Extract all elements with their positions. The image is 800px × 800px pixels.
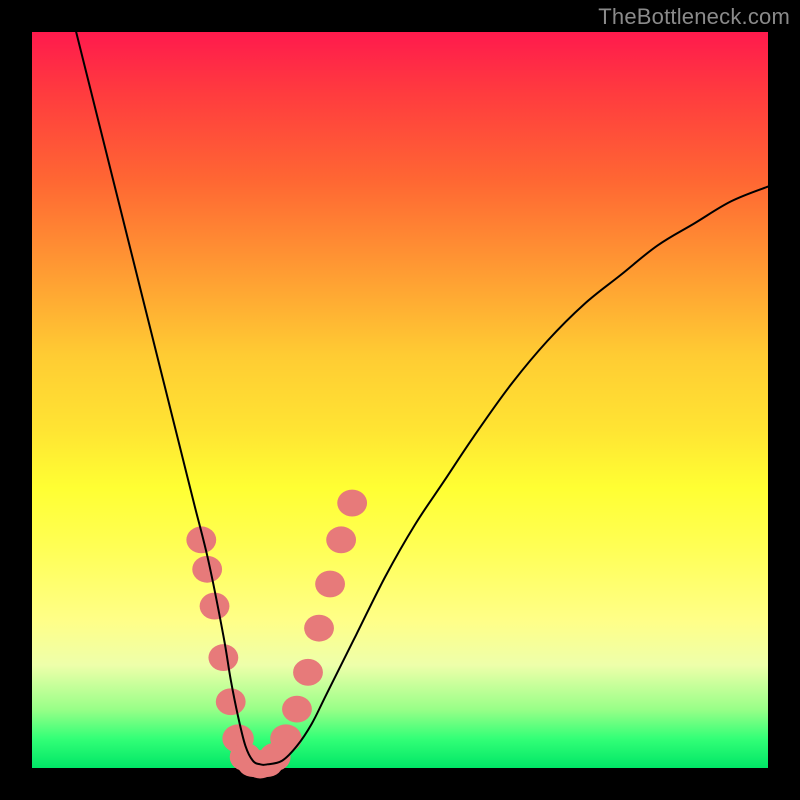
marker-blob — [293, 659, 323, 686]
marker-blob — [315, 571, 345, 598]
plot-area — [32, 32, 768, 768]
marker-blobs — [186, 490, 367, 779]
marker-blob — [326, 526, 356, 553]
marker-blob — [200, 593, 230, 620]
marker-blob — [216, 688, 246, 715]
watermark-text: TheBottleneck.com — [598, 4, 790, 30]
marker-blob — [304, 615, 334, 642]
marker-blob — [208, 644, 238, 671]
marker-blob — [337, 490, 367, 517]
marker-blob — [282, 696, 312, 723]
chart-overlay — [32, 32, 768, 768]
bottleneck-curve — [76, 32, 768, 765]
marker-blob — [270, 724, 301, 752]
chart-stage: TheBottleneck.com — [0, 0, 800, 800]
